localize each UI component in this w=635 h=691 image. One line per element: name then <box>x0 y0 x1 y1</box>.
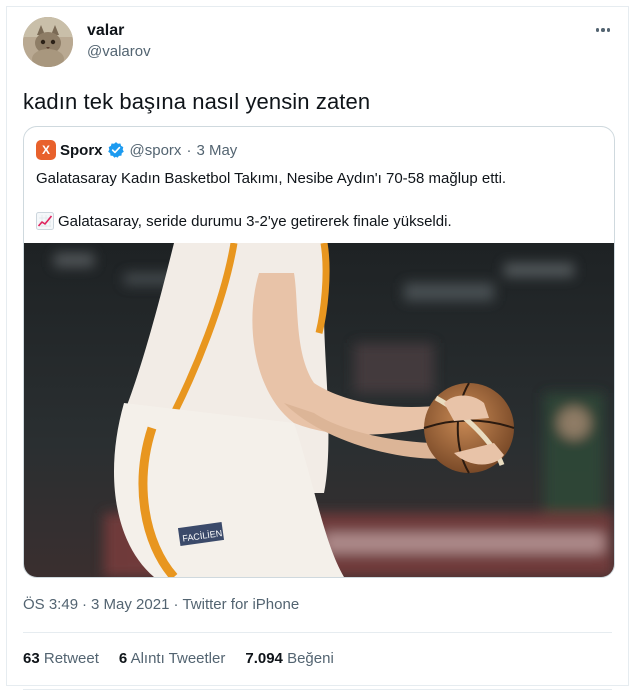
dot <box>595 28 600 32</box>
retweets-count: 63 <box>23 650 40 667</box>
quotes-count: 6 <box>118 650 128 667</box>
quoted-author-name[interactable]: Sporx <box>60 142 103 159</box>
dot <box>601 28 605 32</box>
tweet-text: kadın tek başına nasıl yensin zaten <box>23 89 371 114</box>
tweet-card: valar @valarov kadın tek başına nasıl ye… <box>6 6 629 690</box>
quoted-tweet-header: X Sporx @sporx · 3 May <box>36 139 237 161</box>
separator-dot: · <box>186 141 192 159</box>
chart-increasing-emoji-icon <box>36 212 54 230</box>
tweet-stats: 63 Retweet 6 Alıntı Tweetler 7.094 Beğen… <box>23 650 334 667</box>
tweet-meta: ÖS 3:49 · 3 May 2021 · Twitter for iPhon… <box>23 596 299 613</box>
quoted-text-line1: Galatasaray Kadın Basketbol Takımı, Nesi… <box>36 170 507 187</box>
divider <box>23 632 612 633</box>
dot <box>606 28 611 32</box>
likes-stat[interactable]: 7.094 Beğeni <box>245 650 333 667</box>
quoted-photo[interactable]: FACİLİEN <box>24 243 614 577</box>
quotes-label: Alıntı Tweetler <box>130 650 226 667</box>
author-handle[interactable]: @valarov <box>87 43 151 60</box>
retweets-stat[interactable]: 63 Retweet <box>23 650 99 667</box>
tweet-date[interactable]: 3 May 2021 <box>91 596 169 613</box>
quoted-text-line2: Galatasaray, seride durumu 3-2'ye getire… <box>58 212 452 230</box>
avatar[interactable] <box>23 17 73 67</box>
verified-badge-icon <box>107 142 124 158</box>
tweet-source[interactable]: Twitter for iPhone <box>182 596 299 613</box>
separator-dot: · <box>82 596 88 613</box>
divider <box>23 689 612 690</box>
quoted-tweet[interactable]: X Sporx @sporx · 3 May Galatasaray Kadın… <box>23 126 615 578</box>
quoted-author-handle[interactable]: @sporx <box>130 142 182 159</box>
likes-count: 7.094 <box>245 650 283 667</box>
quoted-text-line2-row: Galatasaray, seride durumu 3-2'ye getire… <box>36 212 452 230</box>
retweets-label: Retweet <box>43 650 99 667</box>
likes-label: Beğeni <box>287 650 334 667</box>
more-options-icon[interactable] <box>592 19 614 41</box>
author-name[interactable]: valar <box>87 22 124 40</box>
tweet-time[interactable]: ÖS 3:49 <box>23 596 78 613</box>
quote-tweets-stat[interactable]: 6 Alıntı Tweetler <box>119 650 225 667</box>
quoted-date[interactable]: 3 May <box>196 142 237 159</box>
sporx-logo-icon: X <box>36 140 56 160</box>
separator-dot: · <box>173 596 179 613</box>
